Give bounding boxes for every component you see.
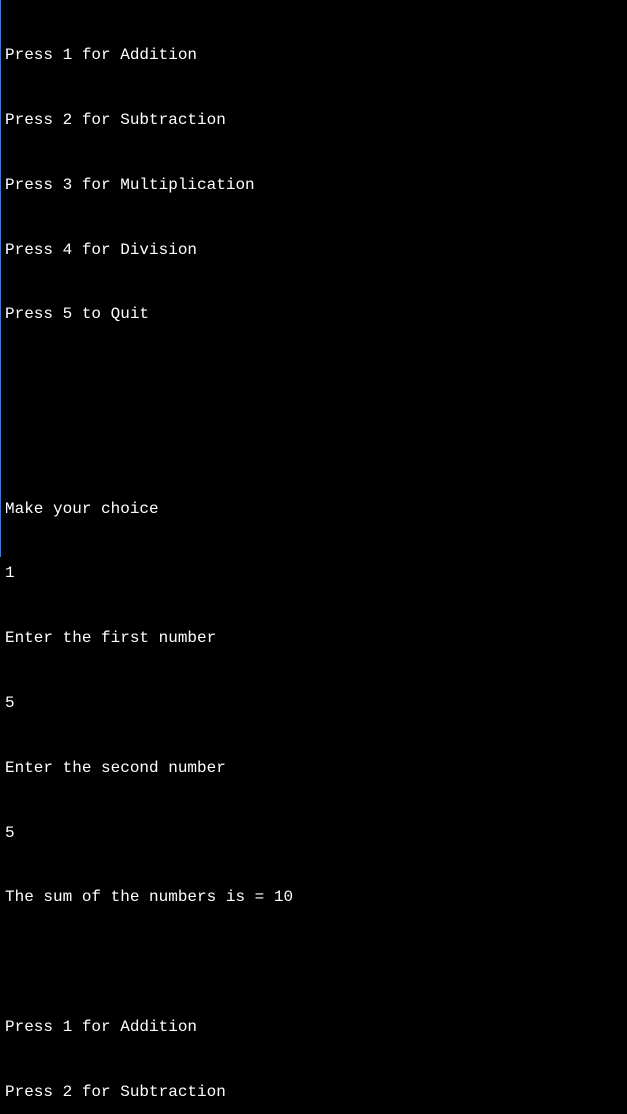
user-input-first: 5 (5, 693, 623, 715)
menu-option-division: Press 4 for Division (5, 240, 623, 262)
blank-line (5, 369, 623, 391)
menu-option-multiplication: Press 3 for Multiplication (5, 175, 623, 197)
menu-option-subtraction: Press 2 for Subtraction (5, 110, 623, 132)
prompt-choice: Make your choice (5, 499, 623, 521)
blank-line (5, 434, 623, 456)
menu-option-addition: Press 1 for Addition (5, 45, 623, 67)
menu-option-quit: Press 5 to Quit (5, 304, 623, 326)
result-output: The sum of the numbers is = 10 (5, 887, 623, 909)
user-input-second: 5 (5, 823, 623, 845)
blank-line (5, 952, 623, 974)
user-input-choice: 1 (5, 563, 623, 585)
terminal-output[interactable]: Press 1 for Addition Press 2 for Subtrac… (5, 2, 623, 1114)
prompt-first-number: Enter the first number (5, 628, 623, 650)
menu-option-addition: Press 1 for Addition (5, 1017, 623, 1039)
prompt-second-number: Enter the second number (5, 758, 623, 780)
menu-option-subtraction: Press 2 for Subtraction (5, 1082, 623, 1104)
